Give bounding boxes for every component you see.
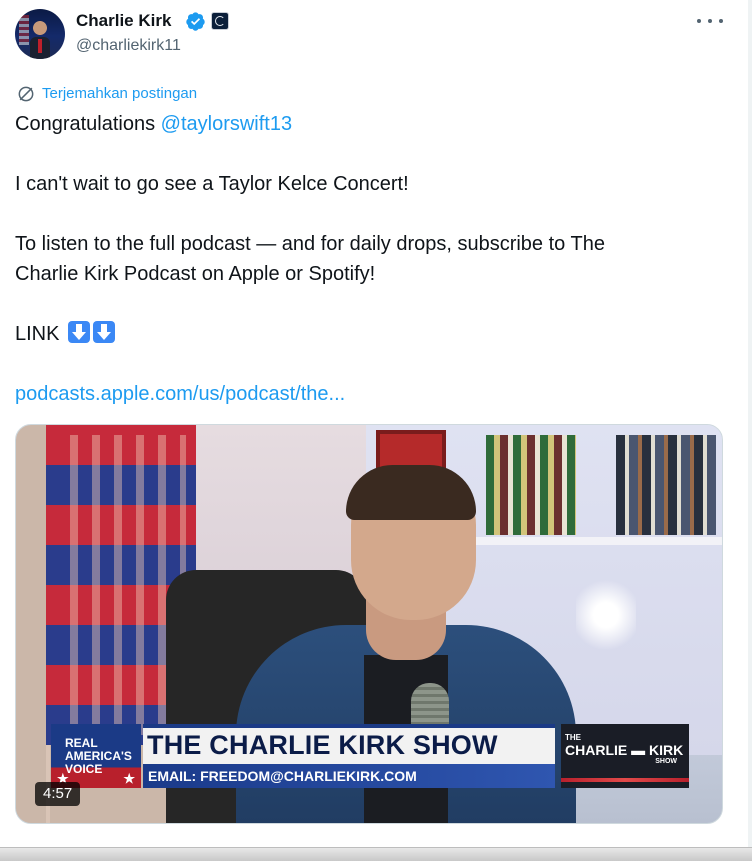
show-logo: THE CHARLIE ▬ KIRK SHOW	[561, 724, 689, 788]
avatar[interactable]	[15, 9, 65, 59]
show-email: EMAIL: FREEDOM@CHARLIEKIRK.COM	[143, 764, 555, 788]
translate-label[interactable]: Terjemahkan postingan	[42, 83, 197, 105]
scrollbar-track[interactable]	[748, 0, 752, 847]
star-icon: ★	[123, 770, 135, 786]
post-line-3a: To listen to the full podcast — and for …	[15, 233, 605, 255]
show-title: THE CHARLIE KIRK SHOW	[143, 724, 555, 764]
more-horizontal-icon	[697, 19, 701, 23]
down-arrow-emoji-icon	[93, 321, 116, 343]
down-arrow-emoji-icon	[68, 321, 91, 343]
more-options-button[interactable]	[697, 12, 723, 30]
translate-icon	[18, 86, 34, 102]
author-handle[interactable]: @charliekirk11	[76, 35, 181, 57]
post-line-1: Congratulations @taylorswift13	[15, 113, 293, 135]
post-line-3b: Charlie Kirk Podcast on Apple or Spotify…	[15, 263, 376, 285]
post-line-4: LINK	[15, 319, 116, 349]
window-bottom-edge	[0, 847, 752, 861]
mention-link[interactable]: @taylorswift13	[161, 113, 292, 135]
post-line-2: I can't wait to go see a Taylor Kelce Co…	[15, 173, 409, 195]
network-logo: REAL AMERICA'S VOICE ★ ★	[51, 724, 141, 788]
translate-post-link[interactable]: Terjemahkan postingan	[16, 83, 197, 105]
author-name[interactable]: Charlie Kirk	[76, 10, 171, 32]
affiliate-badge-icon[interactable]	[211, 12, 229, 30]
lower-third: REAL AMERICA'S VOICE ★ ★ THE CHARLIE KIRK…	[51, 724, 689, 788]
podcast-link[interactable]: podcasts.apple.com/us/podcast/the...	[15, 379, 345, 409]
video-duration-badge: 4:57	[35, 782, 81, 806]
video-player[interactable]: REAL AMERICA'S VOICE ★ ★ THE CHARLIE KIRK…	[15, 424, 723, 824]
verified-badge-icon	[186, 12, 205, 31]
